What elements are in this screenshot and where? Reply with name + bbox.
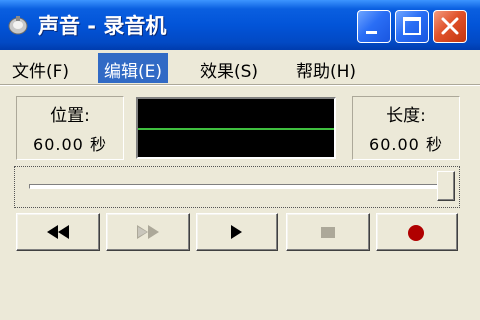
waveform-line	[138, 128, 334, 130]
position-panel: 位置: 60.00 秒	[16, 96, 124, 160]
minimize-icon	[366, 31, 377, 34]
seek-start-button[interactable]	[16, 213, 100, 251]
menu-effects[interactable]: 效果(S)	[194, 53, 264, 83]
position-value: 60.00 秒	[33, 135, 107, 154]
close-button[interactable]	[433, 10, 467, 43]
minimize-button[interactable]	[357, 10, 391, 43]
menu-file[interactable]: 文件(F)	[6, 53, 75, 83]
slider-thumb[interactable]	[437, 171, 455, 201]
play-button[interactable]	[196, 213, 278, 251]
record-button[interactable]	[376, 213, 458, 251]
position-label: 位置:	[50, 106, 90, 126]
window-title: 声音 - 录音机	[38, 14, 167, 38]
length-value: 60.00 秒	[369, 135, 443, 154]
title-bar[interactable]: 声音 - 录音机	[0, 0, 480, 50]
menu-bar: 文件(F) 编辑(E) 效果(S) 帮助(H)	[0, 52, 480, 84]
stop-button[interactable]	[286, 213, 370, 251]
menu-help[interactable]: 帮助(H)	[290, 53, 362, 83]
menu-edit[interactable]: 编辑(E)	[98, 53, 169, 83]
microphone-icon[interactable]	[6, 13, 30, 37]
maximize-button[interactable]	[395, 10, 429, 43]
position-slider[interactable]	[14, 166, 460, 208]
seek-end-button[interactable]	[106, 213, 190, 251]
length-label: 长度:	[386, 106, 426, 126]
close-icon	[441, 17, 459, 35]
waveform-display	[136, 97, 336, 159]
play-icon	[231, 225, 242, 239]
length-panel: 长度: 60.00 秒	[352, 96, 460, 160]
seek-start-icon	[47, 225, 69, 239]
stop-icon	[321, 227, 335, 238]
maximize-icon	[403, 17, 421, 35]
record-icon	[408, 225, 424, 241]
seek-end-icon	[137, 225, 159, 239]
menu-separator	[0, 84, 480, 86]
slider-track[interactable]	[29, 184, 447, 189]
